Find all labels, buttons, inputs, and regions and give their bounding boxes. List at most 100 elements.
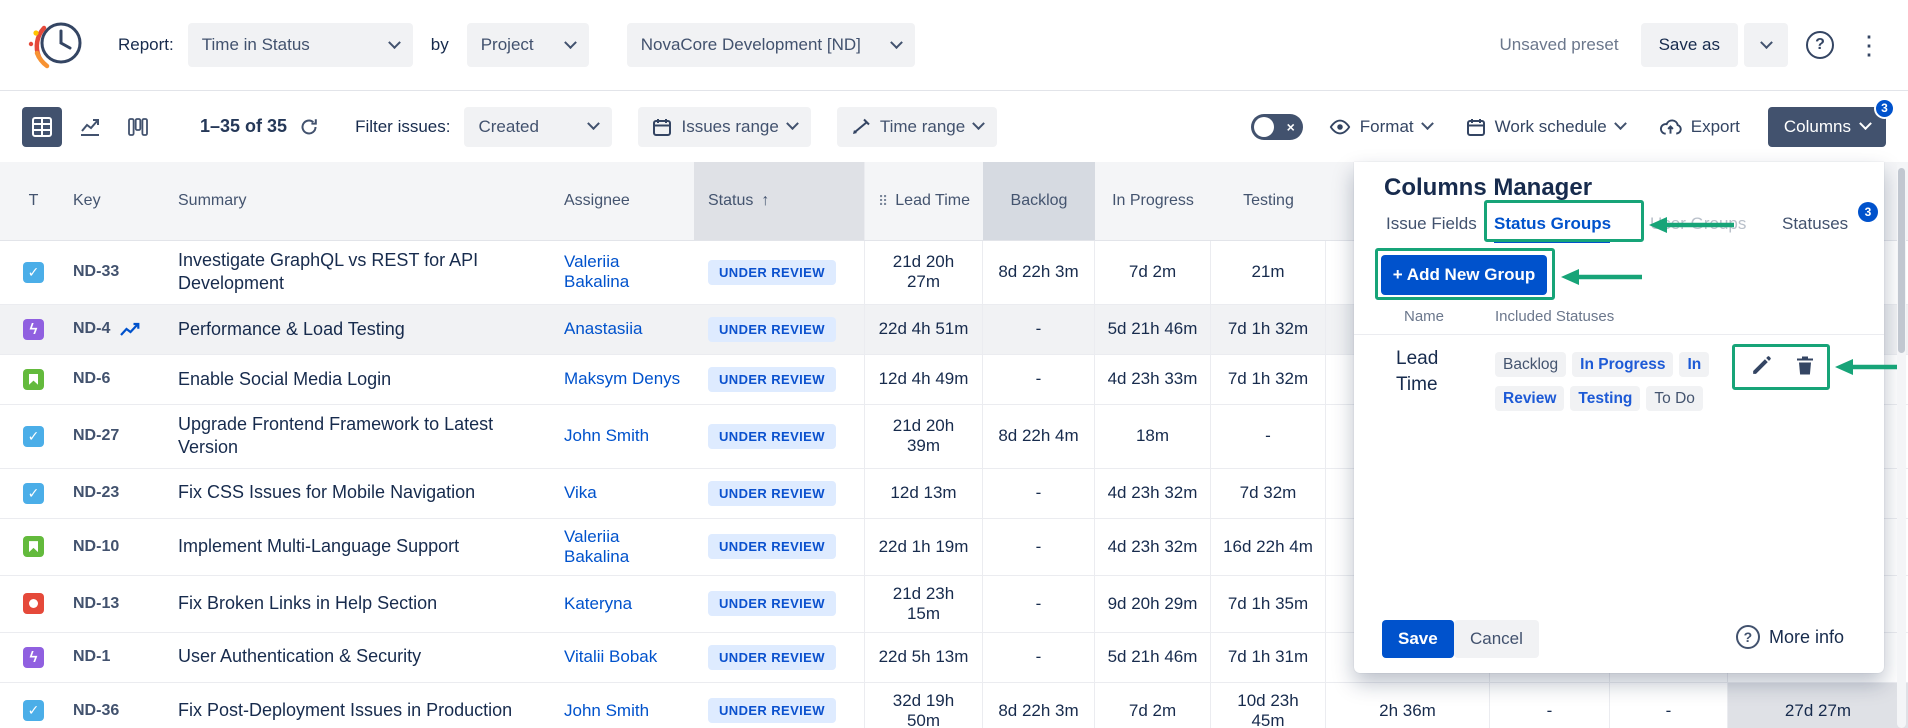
tab-user-groups[interactable]: User Groups [1650,214,1746,234]
assignee-link[interactable]: John Smith [554,683,694,728]
issue-key-link[interactable]: ND-23 [73,484,119,502]
issue-key-link[interactable]: ND-1 [73,648,110,666]
col-header-key[interactable]: Key [67,162,174,240]
issue-summary[interactable]: Implement Multi-Language Support [174,519,554,575]
issue-summary[interactable]: Enable Social Media Login [174,355,554,404]
backlog-cell: 8d 22h 3m [983,241,1095,304]
view-chart-button[interactable] [70,107,110,147]
drag-handle-icon[interactable]: ⠿ [878,193,887,210]
issue-summary[interactable]: Performance & Load Testing [174,305,554,354]
issue-key-link[interactable]: ND-27 [73,427,119,445]
issue-summary[interactable]: Fix Post-Deployment Issues in Production [174,683,554,728]
issue-key-link[interactable]: ND-4 [73,320,110,338]
work-schedule-button[interactable]: Work schedule [1458,107,1633,147]
issue-summary[interactable]: Fix Broken Links in Help Section [174,576,554,632]
testing-cell: 7d 1h 32m [1211,355,1326,404]
visibility-toggle[interactable]: × [1251,114,1303,140]
view-board-button[interactable] [118,107,158,147]
tab-statuses[interactable]: Statuses [1782,214,1848,234]
filter-label: Filter issues: [355,117,450,137]
save-as-button[interactable]: Save as [1641,23,1738,67]
scrollbar-thumb[interactable] [1898,168,1905,353]
issue-key-link[interactable]: ND-36 [73,702,119,720]
calendar-icon [1466,117,1486,137]
time-range-button[interactable]: Time range [837,107,997,147]
issue-type-icon [23,369,44,390]
issue-summary[interactable]: User Authentication & Security [174,633,554,682]
status-badge: UNDER REVIEW [708,424,836,449]
save-as-dropdown-button[interactable] [1744,23,1788,67]
time-in-status-app: Report: Time in Status by Project NovaCo… [0,0,1908,728]
col-header-summary[interactable]: Summary [174,162,554,240]
refresh-button[interactable] [293,116,325,138]
issue-key-link[interactable]: ND-33 [73,263,119,281]
edit-group-button[interactable] [1746,350,1776,380]
col-header-assignee[interactable]: Assignee [554,162,694,240]
row-chart-icon[interactable] [119,321,141,337]
issue-key-link[interactable]: ND-6 [73,370,110,388]
assignee-link[interactable]: John Smith [554,405,694,468]
export-button[interactable]: Export [1651,107,1748,147]
delete-group-button[interactable] [1790,350,1820,380]
help-button[interactable]: ? [1802,23,1838,67]
chevron-down-icon [588,117,601,130]
col-header-lead-time[interactable]: ⠿ Lead Time [864,162,983,240]
eye-icon [1329,119,1351,135]
backlog-cell: - [983,305,1095,354]
status-chip: Testing [1570,386,1640,411]
lead-time-cell: 21d 20h 27m [864,241,983,304]
project-select[interactable]: NovaCore Development [ND] [627,23,915,67]
lead-time-cell: 12d 4h 49m [864,355,983,404]
more-vertical-icon: ⋮ [1856,32,1882,58]
issue-key-link[interactable]: ND-13 [73,595,119,613]
issues-range-button[interactable]: Issues range [638,107,810,147]
group-by-select[interactable]: Project [467,23,589,67]
status-badge: UNDER REVIEW [708,591,836,616]
testing-cell: 7d 1h 32m [1211,305,1326,354]
overflow-menu-button[interactable]: ⋮ [1852,23,1886,67]
view-table-button[interactable] [22,107,62,147]
issue-key-link[interactable]: ND-10 [73,538,119,556]
assignee-link[interactable]: Kateryna [554,576,694,632]
statuses-count-badge: 3 [1858,202,1878,222]
assignee-link[interactable]: Valeriia Bakalina [554,519,694,575]
issue-summary[interactable]: Investigate GraphQL vs REST for API Deve… [174,241,554,304]
issue-summary[interactable]: Fix CSS Issues for Mobile Navigation [174,469,554,518]
backlog-cell: - [983,469,1095,518]
table-row[interactable]: ND-36 Fix Post-Deployment Issues in Prod… [0,683,1908,728]
assignee-link[interactable]: Anastasiia [554,305,694,354]
col-header-backlog[interactable]: Backlog [983,162,1095,240]
tab-status-groups[interactable]: Status Groups [1494,214,1611,234]
issues-range-label: Issues range [681,117,778,137]
assignee-link[interactable]: Vitalii Bobak [554,633,694,682]
panel-title: Columns Manager [1384,174,1592,202]
add-new-group-button[interactable]: + Add New Group [1381,255,1547,295]
table-view-icon [32,117,52,137]
chevron-down-icon [1760,36,1773,49]
panel-save-button[interactable]: Save [1382,620,1454,658]
col-header-type[interactable]: T [0,162,67,240]
filter-select[interactable]: Created [464,107,612,147]
columns-button[interactable]: Columns 3 [1768,107,1886,147]
report-type-select[interactable]: Time in Status [188,23,413,67]
backlog-cell: - [983,519,1095,575]
more-info-link[interactable]: ? More info [1730,624,1850,650]
vertical-scrollbar[interactable] [1897,162,1906,728]
results-count: 1–35 of 35 [200,116,287,137]
col-header-testing[interactable]: Testing [1211,162,1326,240]
issue-type-icon [23,536,44,557]
assignee-link[interactable]: Maksym Denys [554,355,694,404]
format-button[interactable]: Format [1321,107,1440,147]
app-header: Report: Time in Status by Project NovaCo… [0,0,1908,91]
in-progress-cell: 4d 23h 32m [1095,469,1211,518]
tab-issue-fields[interactable]: Issue Fields [1386,214,1477,234]
col-header-status[interactable]: Status ↑ [694,162,864,240]
assignee-link[interactable]: Vika [554,469,694,518]
status-chip: To Do [1646,386,1703,411]
issue-summary[interactable]: Upgrade Frontend Framework to Latest Ver… [174,405,554,468]
panel-cancel-button[interactable]: Cancel [1454,620,1539,658]
testing-cell: 16d 22h 4m [1211,519,1326,575]
hidden-column-cell: - [1610,683,1728,728]
assignee-link[interactable]: Valeriia Bakalina [554,241,694,304]
col-header-in-progress[interactable]: In Progress [1095,162,1211,240]
